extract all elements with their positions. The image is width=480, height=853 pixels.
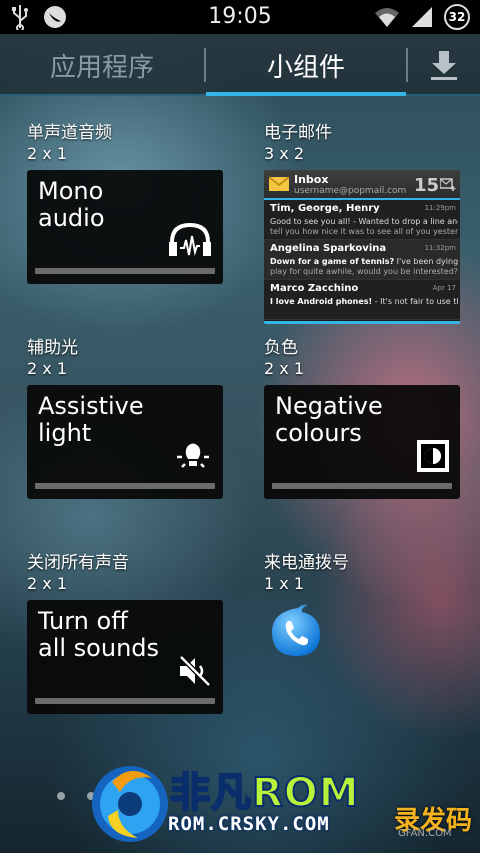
status-bar: 19:05 32 [0,0,480,34]
email-snippet: tell you how nice it was to see all of y… [270,227,458,236]
widget-label-dialer: 来电通拨号 [264,553,349,573]
widget-label-assistive-light: 辅助光 [27,338,78,358]
widget-mono-audio[interactable]: Mono audio [27,170,223,284]
email-inbox-title: Inbox [294,173,329,186]
email-header: Inbox username@popmail.com 15 [264,170,460,200]
tab-widgets[interactable]: 小组件 [206,34,406,96]
widget-label-email: 电子邮件 [264,123,332,143]
email-time: Apr 17 [432,284,456,292]
email-row[interactable]: Angelina Sparkovina 11:32pm Down for a g… [264,240,460,280]
widget-title-line2: colours [275,419,362,447]
email-row[interactable]: Tim, George, Henry 11:29pm Good to see y… [264,200,460,240]
email-snippet: Down for a game of tennis? I've been dyi… [270,257,458,266]
email-sender: Angelina Sparkovina [270,243,387,254]
headphones-icon [169,222,211,256]
email-snippet: I love Android phones! - It's not fair t… [270,297,458,306]
email-time: 11:32pm [424,244,456,252]
widget-title-line1: Mono [38,177,104,205]
watermark-brand2-sub: GFAN.COM [398,828,452,839]
widget-title: Mono audio [38,178,188,232]
email-unread-count: 15 [414,175,440,196]
toggle-indicator-bar [35,483,215,489]
compose-icon [440,178,456,191]
widget-title-line1: Turn off [38,607,128,635]
toggle-indicator-bar [35,268,215,274]
widget-size-email: 3 x 2 [264,144,304,163]
widget-title-line1: Negative [275,392,383,420]
bulb-icon [177,443,209,468]
widget-size-mono-audio: 2 x 1 [27,144,67,163]
email-snippet-text: - It's not fair to use the [372,297,458,306]
mute-icon [179,655,211,687]
widget-label-mono-audio: 单声道音频 [27,123,112,143]
toggle-indicator-bar [272,483,452,489]
email-snippet: Good to see you all! - Wanted to drop a … [270,217,458,226]
phone-icon[interactable] [268,604,324,660]
tab-active-indicator [206,92,406,96]
envelope-icon [269,176,289,191]
widget-title: Turn off all sounds [38,608,188,662]
page-dot [57,792,65,800]
email-snippet-text: I've been dying to [396,257,458,266]
signal-icon [412,7,432,27]
email-sender: Marco Zacchino [270,283,359,294]
widget-title: Negative colours [275,393,425,447]
email-sender: Tim, George, Henry [270,203,380,214]
email-time: 11:29pm [424,204,456,212]
widget-label-turn-off-sounds: 关闭所有声音 [27,553,129,573]
email-row[interactable]: Marco Zacchino Apr 17 I love Android pho… [264,280,460,320]
wifi-icon [375,8,399,27]
watermark-url: ROM.CRSKY.COM [168,813,330,835]
battery-level: 32 [448,10,466,24]
widget-label-negative-colours: 负色 [264,338,298,358]
tab-apps[interactable]: 应用程序 [0,34,204,96]
email-subject: I love Android phones! [270,297,373,306]
battery-icon: 32 [444,4,470,30]
widget-size-turn-off-sounds: 2 x 1 [27,574,67,593]
widget-negative-colours[interactable]: Negative colours [264,385,460,499]
widget-title-line1: Assistive [38,392,144,420]
widget-assistive-light[interactable]: Assistive light [27,385,223,499]
widget-size-dialer: 1 x 1 [264,574,304,593]
widget-turn-off-sounds[interactable]: Turn off all sounds [27,600,223,714]
widget-title-line2: audio [38,204,105,232]
toggle-indicator-bar [35,698,215,704]
widget-size-assistive-light: 2 x 1 [27,359,67,378]
widget-email[interactable]: Inbox username@popmail.com 15 Tim, Georg… [264,170,460,324]
widget-title: Assistive light [38,393,188,447]
widget-size-negative-colours: 2 x 1 [264,359,304,378]
widget-title-line2: light [38,419,92,447]
widget-title-line2: all sounds [38,634,160,662]
tab-bar: 应用程序 小组件 [0,34,480,96]
email-snippet: play for quite awhile, would you be inte… [270,267,458,276]
email-subject: Down for a game of tennis? [270,257,395,266]
invert-icon [417,440,449,472]
store-button[interactable] [408,34,480,96]
email-account: username@popmail.com [294,186,407,196]
download-icon [431,51,457,80]
watermark-brand: 非凡ROM [169,769,360,817]
